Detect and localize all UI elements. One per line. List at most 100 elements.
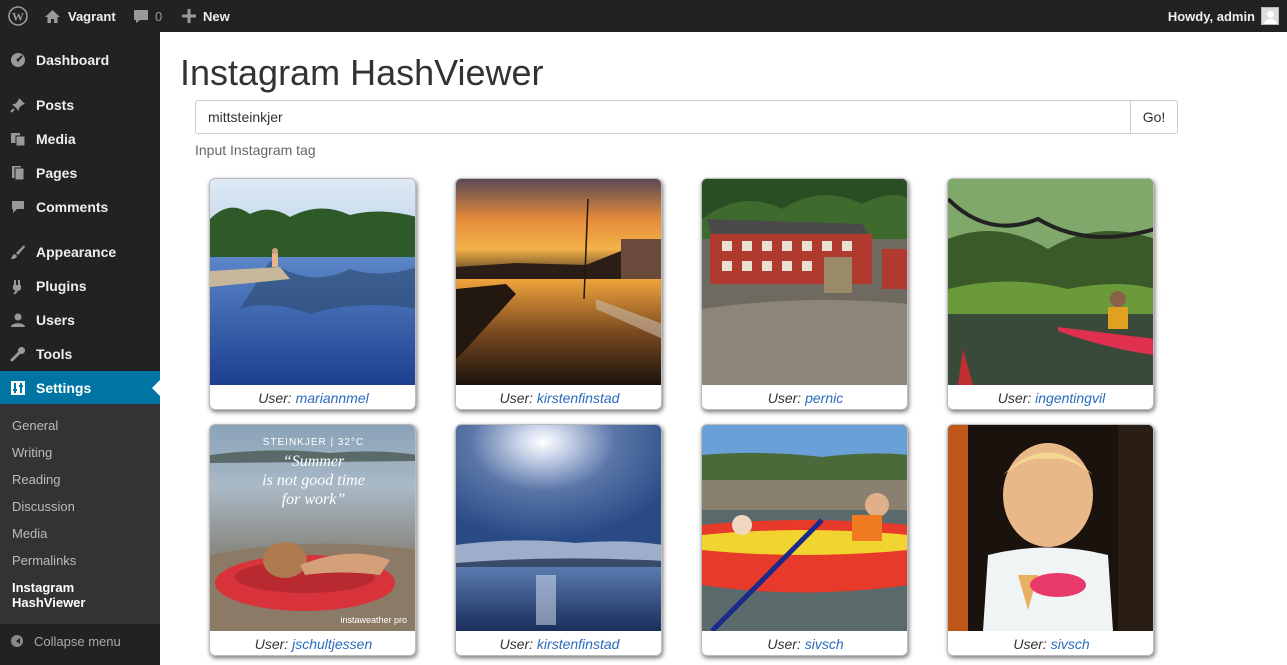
menu-appearance[interactable]: Appearance (0, 235, 160, 269)
pages-icon (0, 165, 36, 181)
photo-text-overlay: STEINKJER | 32°C “Summer is not good tim… (210, 437, 415, 509)
plus-icon (182, 9, 196, 23)
username-link[interactable]: jschultjessen (292, 636, 372, 652)
menu-label: Pages (36, 165, 78, 181)
site-home-link[interactable]: Vagrant (44, 0, 116, 32)
new-label: New (203, 8, 230, 24)
menu-pages[interactable]: Pages (0, 156, 160, 190)
menu-label: Appearance (36, 244, 117, 260)
menu-label: Tools (36, 346, 73, 362)
watermark-text: instaweather pro (340, 615, 407, 625)
photo-caption: User: sivsch (702, 631, 907, 655)
photo-caption: User: mariannmel (210, 385, 415, 409)
username-link[interactable]: sivsch (1051, 636, 1090, 652)
menu-label: Media (36, 131, 76, 147)
submenu-discussion[interactable]: Discussion (12, 499, 75, 514)
comments-count: 0 (155, 8, 163, 24)
overlay-quote-line: “Summer (282, 453, 345, 470)
photo-card[interactable]: STEINKJER | 32°C “Summer is not good tim… (209, 424, 416, 656)
photo-card[interactable]: User: kirstenfinstad (455, 424, 662, 656)
photo-caption: User: sivsch (948, 631, 1153, 655)
submenu-reading[interactable]: Reading (12, 472, 60, 487)
lake-dock-photo (210, 179, 415, 385)
menu-settings[interactable]: Settings (0, 371, 160, 405)
wordpress-logo-icon[interactable]: W (4, 0, 32, 32)
photo-caption: User: pernic (702, 385, 907, 409)
user-label: User: (258, 390, 292, 406)
comment-icon (0, 199, 36, 215)
admin-sidebar: Dashboard Posts Media Pages Comments App… (0, 32, 160, 665)
photo-card[interactable]: User: ingentingvil (947, 178, 1154, 410)
input-help-text: Input Instagram tag (195, 142, 316, 158)
menu-label: Comments (36, 199, 109, 215)
menu-label: Users (36, 312, 75, 328)
user-icon (0, 312, 36, 328)
photo-caption: User: kirstenfinstad (456, 631, 661, 655)
kayak-river-photo (948, 179, 1153, 385)
collapse-menu-button[interactable]: Collapse menu (0, 624, 160, 658)
user-label: User: (997, 390, 1032, 406)
comments-link[interactable]: 0 (133, 0, 162, 32)
menu-comments[interactable]: Comments (0, 190, 160, 224)
user-label: User: (499, 636, 534, 652)
username-link[interactable]: pernic (805, 390, 843, 406)
comment-bubble-icon (134, 9, 148, 23)
menu-media[interactable]: Media (0, 122, 160, 156)
account-menu[interactable]: Howdy, admin (1168, 0, 1279, 32)
settings-icon (0, 380, 36, 396)
user-label: User: (1013, 636, 1047, 652)
photo-caption: User: jschultjessen (210, 631, 415, 655)
submenu-general[interactable]: General (12, 418, 58, 433)
dashboard-icon (0, 52, 36, 68)
username-link[interactable]: sivsch (805, 636, 844, 652)
menu-dashboard[interactable]: Dashboard (0, 43, 160, 77)
username-link[interactable]: kirstenfinstad (537, 390, 619, 406)
media-icon (0, 131, 36, 147)
avatar (1261, 7, 1279, 25)
photo-card[interactable]: User: sivsch (947, 424, 1154, 656)
photo-card[interactable]: User: mariannmel (209, 178, 416, 410)
user-label: User: (767, 390, 802, 406)
submenu-instagram-hashviewer[interactable]: Instagram HashViewer (12, 580, 132, 610)
menu-label: Plugins (36, 278, 87, 294)
tag-input[interactable] (195, 100, 1130, 134)
home-icon (45, 9, 60, 23)
menu-label: Dashboard (36, 52, 110, 68)
menu-users[interactable]: Users (0, 303, 160, 337)
menu-posts[interactable]: Posts (0, 88, 160, 122)
sun-over-lake-photo (456, 425, 661, 631)
user-label: User: (499, 390, 534, 406)
overlay-quote-line: for work” (281, 491, 346, 508)
username-link[interactable]: kirstenfinstad (537, 636, 619, 652)
username-link[interactable]: mariannmel (296, 390, 369, 406)
wrench-icon (0, 346, 36, 362)
harbor-sunset-photo (456, 179, 661, 385)
username-link[interactable]: ingentingvil (1035, 390, 1105, 406)
settings-submenu: General Writing Reading Discussion Media… (0, 404, 160, 624)
main-content: Instagram HashViewer Go! Input Instagram… (160, 32, 1287, 665)
inflatable-boat-photo (702, 425, 907, 631)
submenu-permalinks[interactable]: Permalinks (12, 553, 76, 568)
submenu-writing[interactable]: Writing (12, 445, 52, 460)
plug-icon (0, 278, 36, 294)
submenu-media[interactable]: Media (12, 526, 47, 541)
photo-caption: User: kirstenfinstad (456, 385, 661, 409)
svg-text:W: W (12, 10, 24, 24)
menu-label: Posts (36, 97, 75, 113)
admin-bar: W Vagrant 0 New Howdy, admin (0, 0, 1287, 32)
page-title: Instagram HashViewer (180, 52, 544, 93)
go-button[interactable]: Go! (1130, 100, 1178, 134)
tag-search-form: Go! (195, 100, 1178, 134)
photo-card[interactable]: User: pernic (701, 178, 908, 410)
new-content-link[interactable]: New (182, 0, 230, 32)
site-name: Vagrant (68, 8, 116, 24)
overlay-location: STEINKJER | 32°C (262, 437, 365, 448)
howdy-text: Howdy, admin (1167, 8, 1255, 24)
menu-label: Settings (36, 380, 92, 396)
photo-card[interactable]: User: kirstenfinstad (455, 178, 662, 410)
menu-plugins[interactable]: Plugins (0, 269, 160, 303)
user-label: User: (767, 636, 801, 652)
red-building-photo (702, 179, 907, 385)
photo-card[interactable]: User: sivsch (701, 424, 908, 656)
menu-tools[interactable]: Tools (0, 337, 160, 371)
